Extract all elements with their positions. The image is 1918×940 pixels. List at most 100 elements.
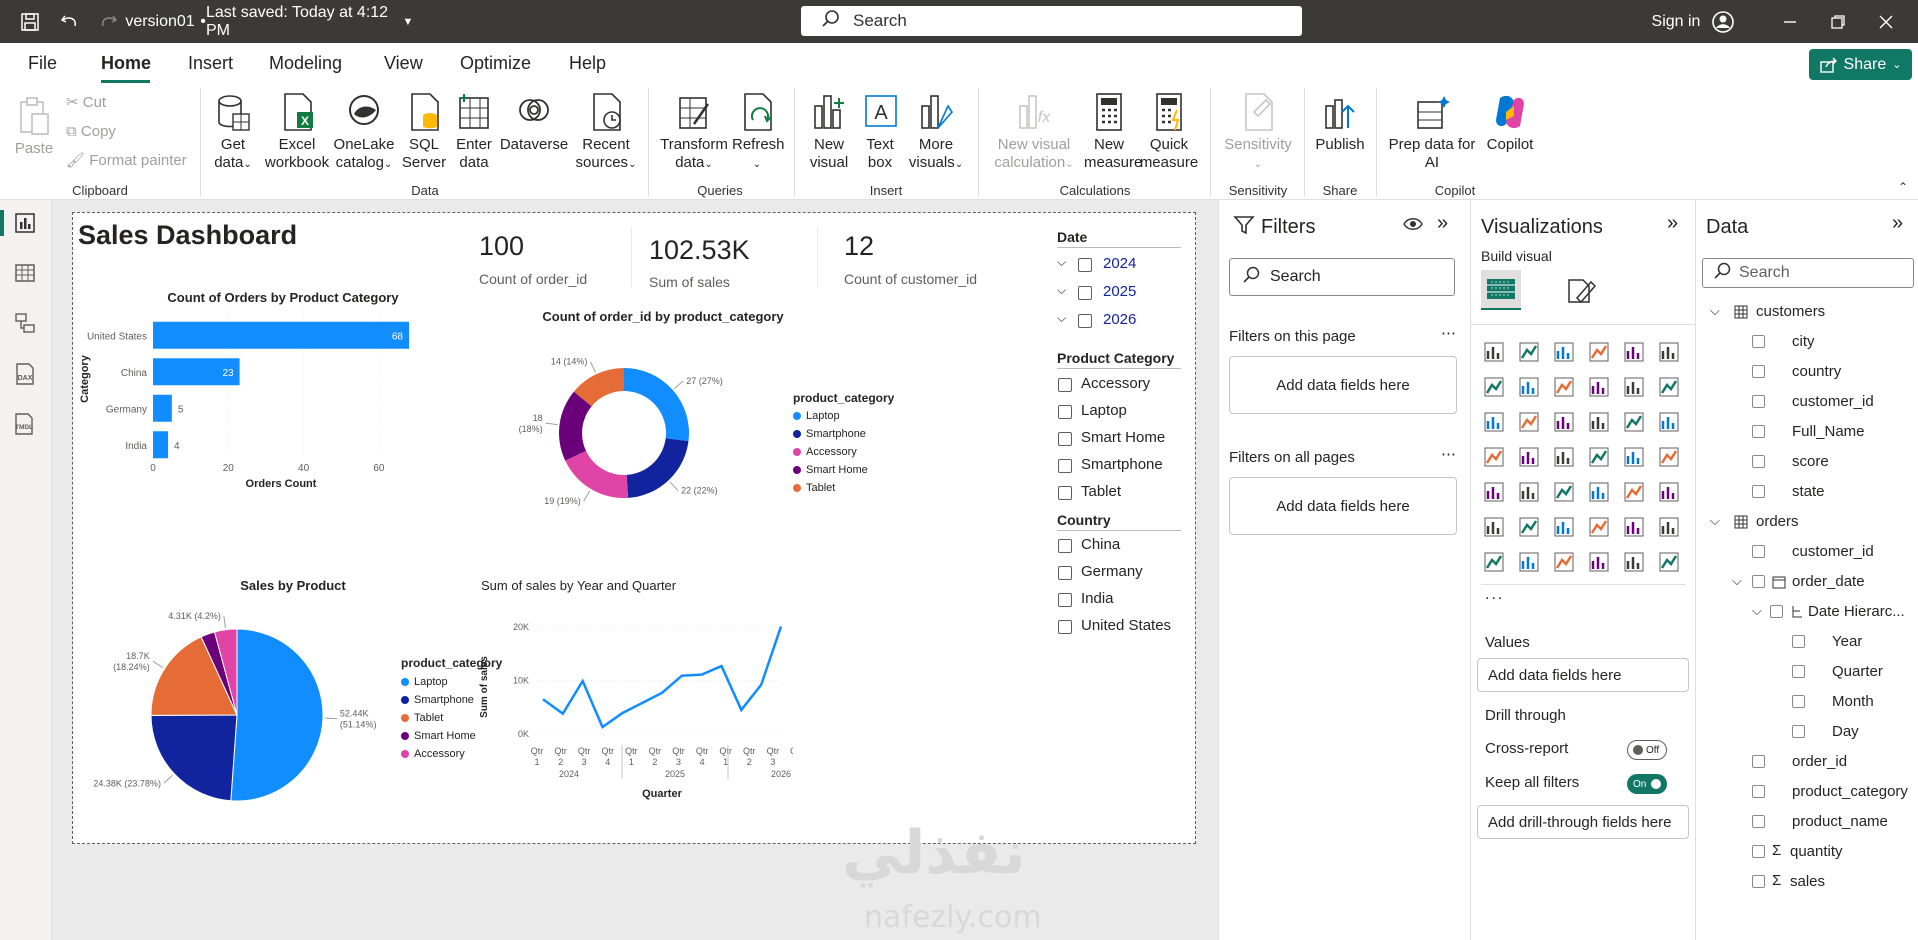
field-name[interactable]: quantity [1790, 843, 1843, 860]
field-checkbox[interactable] [1752, 785, 1765, 798]
visual-type-icon[interactable] [1553, 411, 1575, 433]
table-name[interactable]: orders [1756, 513, 1799, 530]
field-checkbox[interactable] [1752, 335, 1765, 348]
field-name[interactable]: order_date [1792, 573, 1865, 590]
chevron-down-icon[interactable]: ⌵ [1057, 255, 1066, 270]
visual-type-icon[interactable] [1483, 516, 1505, 538]
data-search-input[interactable]: Search [1702, 258, 1914, 288]
field-name[interactable]: Date Hierarc... [1808, 603, 1905, 620]
visual-type-icon[interactable] [1588, 481, 1610, 503]
field-checkbox[interactable] [1752, 875, 1765, 888]
slicer-option[interactable]: 2026 [1103, 311, 1136, 328]
redo-icon[interactable] [92, 0, 124, 43]
pie-chart[interactable]: 52.44K(51.14%) 24.38K (23.78%) 18.7K(18.24… [73, 597, 433, 827]
menu-optimize[interactable]: Optimize [460, 53, 531, 74]
menu-insert[interactable]: Insert [188, 53, 233, 74]
restore-icon[interactable] [1818, 0, 1858, 43]
slicer-option[interactable]: India [1081, 590, 1114, 607]
slicer-option[interactable]: Smart Home [1081, 429, 1165, 446]
field-name[interactable]: product_category [1792, 783, 1908, 800]
visual-type-icon[interactable] [1588, 376, 1610, 398]
slicer-option[interactable]: United States [1081, 617, 1171, 634]
field-name[interactable]: Year [1832, 633, 1862, 650]
visual-type-icon[interactable] [1518, 481, 1540, 503]
visual-type-icon[interactable] [1623, 446, 1645, 468]
visual-type-icon[interactable] [1553, 516, 1575, 538]
copy-button[interactable]: ⧉ Copy [66, 123, 116, 141]
report-page[interactable]: Sales Dashboard 100 Count of order_id 10… [72, 212, 1196, 844]
slicer-option[interactable]: China [1081, 536, 1120, 553]
field-name[interactable]: order_id [1792, 753, 1847, 770]
field-name[interactable]: Quarter [1832, 663, 1883, 680]
field-name[interactable]: country [1792, 363, 1841, 380]
share-button[interactable]: Share ⌄ [1809, 49, 1912, 80]
onelake-catalog-button[interactable]: OneLake catalog⌄ [332, 92, 396, 174]
visual-type-icon[interactable] [1553, 376, 1575, 398]
visual-type-icon[interactable] [1483, 341, 1505, 363]
quick-measure-button[interactable]: Quick measure [1138, 92, 1200, 172]
dax-query-view-icon[interactable]: DAX [13, 362, 37, 391]
tmdl-view-icon[interactable]: TMDL [12, 412, 38, 441]
visual-type-icon[interactable] [1588, 341, 1610, 363]
chevron-down-icon[interactable]: ▼ [398, 0, 418, 43]
slicer-checkbox[interactable] [1078, 286, 1092, 300]
visual-type-icon[interactable] [1483, 481, 1505, 503]
menu-help[interactable]: Help [569, 53, 606, 74]
search-input[interactable]: Search [801, 6, 1302, 36]
slicer-option[interactable]: Smartphone [1081, 456, 1163, 473]
expand-pane-icon[interactable]: » [1667, 212, 1678, 235]
filters-page-drop-well[interactable]: Add data fields here [1229, 356, 1457, 414]
field-checkbox[interactable] [1752, 755, 1765, 768]
slicer-checkbox[interactable] [1058, 432, 1072, 446]
field-name[interactable]: customer_id [1792, 543, 1874, 560]
slicer-option[interactable]: 2025 [1103, 283, 1136, 300]
visual-type-icon[interactable] [1658, 376, 1680, 398]
visual-type-icon[interactable] [1518, 341, 1540, 363]
sql-server-button[interactable]: SQL Server [400, 92, 448, 172]
visual-type-icon[interactable] [1518, 551, 1540, 573]
visual-type-icon[interactable] [1658, 341, 1680, 363]
user-icon[interactable] [1708, 0, 1738, 43]
more-options-icon[interactable]: ⋯ [1441, 324, 1456, 342]
slicer-option[interactable]: Laptop [1081, 402, 1127, 419]
slicer-checkbox[interactable] [1078, 258, 1092, 272]
field-checkbox[interactable] [1752, 845, 1765, 858]
copilot-button[interactable]: Copilot [1480, 92, 1540, 154]
minimize-icon[interactable] [1770, 0, 1810, 43]
enter-data-button[interactable]: Enter data [450, 92, 498, 172]
slicer-checkbox[interactable] [1058, 459, 1072, 473]
field-checkbox[interactable] [1752, 455, 1765, 468]
new-visual-button[interactable]: New visual [804, 92, 854, 172]
visual-type-icon[interactable] [1658, 481, 1680, 503]
visual-type-icon[interactable] [1623, 516, 1645, 538]
undo-icon[interactable] [54, 0, 86, 43]
slicer-option[interactable]: Accessory [1081, 375, 1150, 392]
visual-type-icon[interactable] [1588, 446, 1610, 468]
field-name[interactable]: product_name [1792, 813, 1888, 830]
slicer-checkbox[interactable] [1058, 405, 1072, 419]
visual-type-icon[interactable] [1483, 411, 1505, 433]
slicer-checkbox[interactable] [1058, 486, 1072, 500]
chevron-down-icon[interactable]: ⌵ [1710, 303, 1720, 319]
slicer-option[interactable]: Germany [1081, 563, 1143, 580]
visual-type-icon[interactable] [1623, 411, 1645, 433]
field-name[interactable]: Day [1832, 723, 1859, 740]
visual-type-icon[interactable] [1623, 376, 1645, 398]
format-visual-tab[interactable] [1565, 276, 1597, 311]
eye-icon[interactable] [1403, 216, 1423, 237]
save-icon[interactable] [14, 0, 46, 43]
format-painter-button[interactable]: 🖌 Format painter [66, 152, 187, 170]
table-name[interactable]: customers [1756, 303, 1825, 320]
keep-all-filters-toggle[interactable]: On [1627, 774, 1667, 794]
slicer-option[interactable]: Tablet [1081, 483, 1121, 500]
filters-all-drop-well[interactable]: Add data fields here [1229, 477, 1457, 535]
close-icon[interactable] [1866, 0, 1906, 43]
publish-button[interactable]: Publish [1312, 92, 1368, 154]
field-checkbox[interactable] [1752, 485, 1765, 498]
cross-report-toggle[interactable]: Off [1627, 740, 1667, 760]
values-drop-well[interactable]: Add data fields here [1477, 658, 1689, 692]
field-checkbox[interactable] [1752, 545, 1765, 558]
chevron-down-icon[interactable]: ⌵ [1057, 283, 1066, 298]
visual-type-icon[interactable] [1658, 411, 1680, 433]
visual-type-icon[interactable] [1658, 516, 1680, 538]
